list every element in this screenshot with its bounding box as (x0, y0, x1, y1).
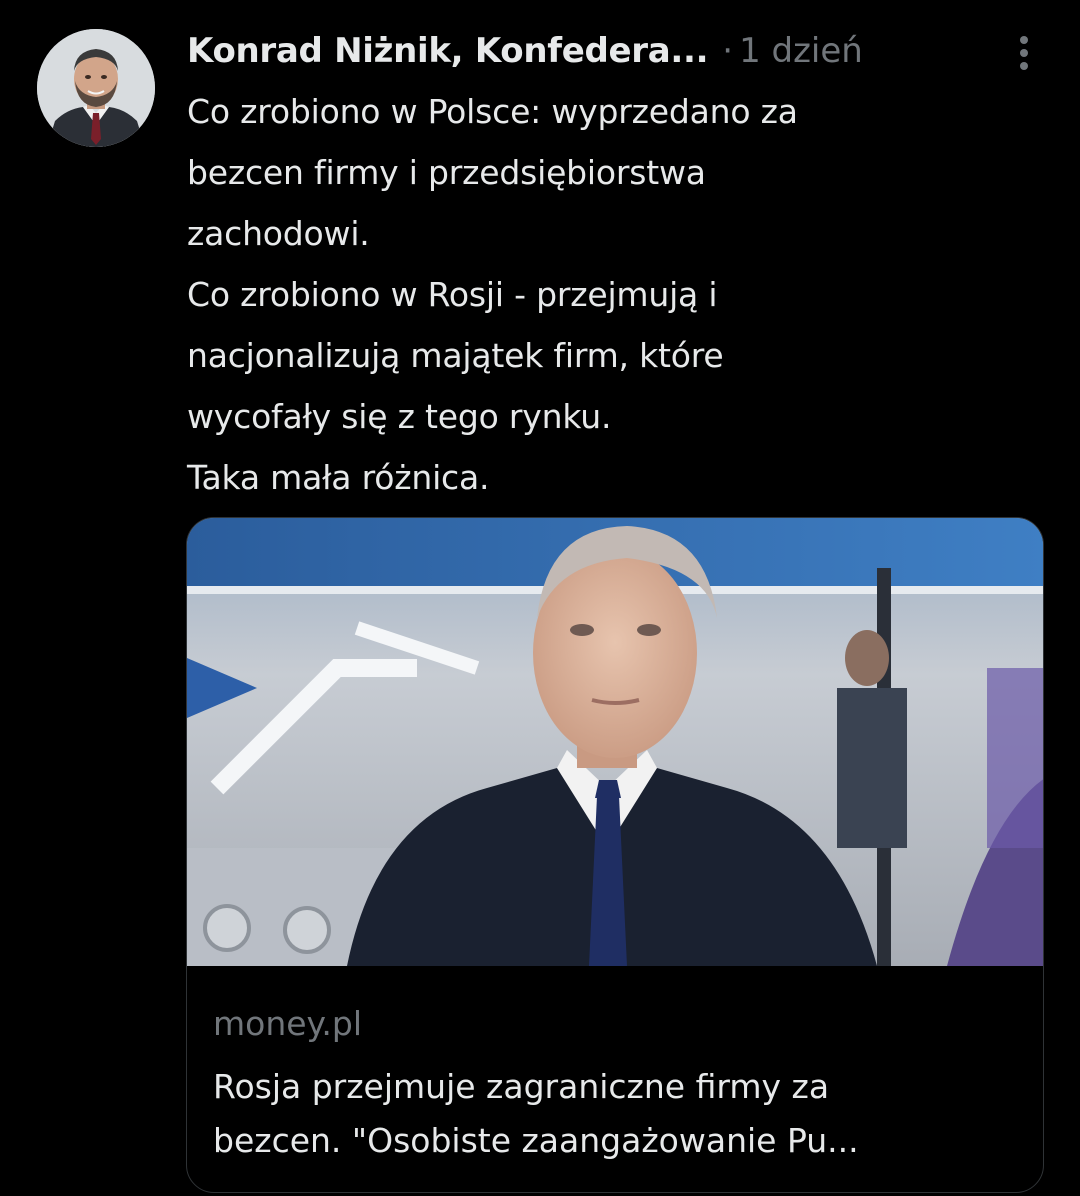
post-text-line: zachodowi. (187, 214, 370, 253)
author-name[interactable]: Konrad Niżnik, Konfedera... (187, 31, 709, 71)
post-text-line: nacjonalizują majątek firm, które (187, 336, 724, 375)
author-avatar[interactable] (37, 29, 155, 147)
post-timestamp[interactable]: 1 dzień (739, 31, 863, 71)
more-dot (1020, 62, 1028, 70)
more-dot (1020, 36, 1028, 44)
link-title: Rosja przejmuje zagraniczne firmy za bez… (213, 1060, 1023, 1168)
more-dot (1020, 49, 1028, 57)
post-text-line: Taka mała różnica. (187, 458, 490, 497)
link-preview-image (187, 518, 1043, 966)
post-text-line: bezcen firmy i przedsiębiorstwa (187, 153, 706, 192)
avatar-photo (37, 29, 155, 147)
link-title-line: bezcen. "Osobiste zaangażowanie Pu... (213, 1121, 859, 1160)
post-text-line: Co zrobiono w Polsce: wyprzedano za (187, 92, 798, 131)
post-header: Konrad Niżnik, Konfedera... · 1 dzień (187, 26, 1050, 76)
post-text-line: Co zrobiono w Rosji - przejmują i (187, 275, 718, 314)
post-text-line: wycofały się z tego rynku. (187, 397, 612, 436)
link-title-line: Rosja przejmuje zagraniczne firmy za (213, 1067, 830, 1106)
link-preview-card[interactable]: money.pl Rosja przejmuje zagraniczne fir… (186, 517, 1044, 1193)
link-domain: money.pl (213, 1004, 362, 1043)
header-separator: · (722, 31, 734, 71)
post-text: Co zrobiono w Polsce: wyprzedano za bezc… (187, 81, 1047, 508)
more-options-icon[interactable] (1012, 32, 1036, 74)
